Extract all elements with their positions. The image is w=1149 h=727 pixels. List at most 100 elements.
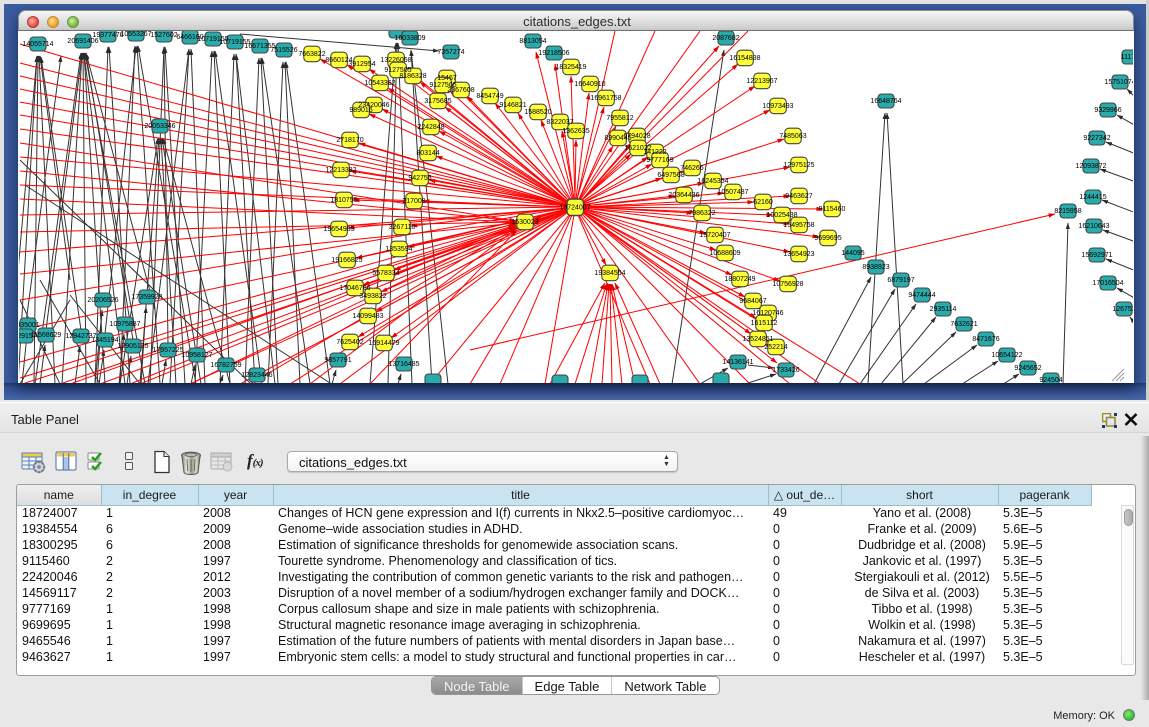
svg-text:18807249: 18807249	[724, 276, 755, 283]
svg-text:8186328: 8186328	[399, 73, 426, 80]
svg-text:10507487: 10507487	[717, 189, 748, 196]
svg-text:1530023: 1530023	[511, 219, 538, 226]
svg-text:9463627: 9463627	[785, 193, 812, 200]
svg-text:6497568: 6497568	[657, 172, 684, 179]
svg-text:15720407: 15720407	[699, 232, 730, 239]
svg-text:13654923: 13654923	[783, 251, 814, 258]
svg-text:7986322: 7986322	[688, 210, 715, 217]
svg-text:3267110: 3267110	[389, 224, 416, 231]
svg-text:3493822: 3493822	[359, 293, 386, 300]
svg-text:7357274: 7357274	[437, 49, 464, 56]
svg-text:16120746: 16120746	[752, 310, 783, 317]
svg-text:2367608: 2367608	[447, 87, 474, 94]
svg-text:8454749: 8454749	[476, 93, 503, 100]
svg-text:7632621: 7632621	[950, 321, 977, 328]
svg-text:1733426: 1733426	[772, 367, 799, 374]
svg-text:989016: 989016	[349, 107, 372, 114]
svg-text:12823446: 12823446	[241, 372, 272, 379]
svg-text:17016504: 17016504	[1092, 280, 1123, 287]
svg-text:6879197: 6879197	[887, 277, 914, 284]
svg-text:8471676: 8471676	[972, 336, 999, 343]
svg-text:16033809: 16033809	[394, 35, 425, 42]
svg-text:20691406: 20691406	[67, 38, 98, 45]
svg-text:18724007: 18724007	[559, 205, 590, 212]
svg-text:10543362: 10543362	[364, 80, 395, 87]
svg-text:8813054: 8813054	[519, 38, 546, 45]
svg-text:217008: 217008	[402, 198, 425, 205]
svg-text:15467: 15467	[437, 75, 457, 82]
svg-text:16961758: 16961758	[590, 95, 621, 102]
svg-text:935001: 935001	[19, 322, 40, 329]
svg-text:19654985: 19654985	[323, 226, 354, 233]
svg-text:7663822: 7663822	[298, 51, 325, 58]
svg-text:2718170: 2718170	[336, 137, 363, 144]
svg-text:7515526: 7515526	[270, 47, 297, 54]
svg-text:141222: 141222	[643, 149, 666, 156]
svg-text:9777169: 9777169	[646, 157, 673, 164]
svg-text:9684067: 9684067	[739, 298, 766, 305]
svg-text:14055714: 14055714	[22, 41, 53, 48]
svg-text:7625402: 7625402	[336, 339, 363, 346]
svg-text:13226058: 13226058	[380, 57, 411, 64]
svg-text:1588520: 1588520	[524, 109, 551, 116]
svg-text:17046766: 17046766	[339, 285, 370, 292]
svg-text:9474444: 9474444	[908, 292, 935, 299]
svg-text:15692971: 15692971	[1081, 252, 1112, 259]
svg-text:20053346: 20053346	[144, 123, 175, 130]
svg-text:3175685: 3175685	[424, 98, 451, 105]
svg-text:1345194: 1345194	[91, 337, 118, 344]
svg-text:10975887: 10975887	[109, 321, 140, 328]
svg-text:1810755: 1810755	[330, 197, 357, 204]
svg-text:3912954: 3912954	[348, 61, 375, 68]
svg-text:11174: 11174	[1121, 54, 1133, 61]
svg-text:14136141: 14136141	[722, 359, 753, 366]
svg-text:19384554: 19384554	[594, 270, 625, 277]
svg-text:2935114: 2935114	[930, 306, 957, 313]
svg-text:10973493: 10973493	[762, 103, 793, 110]
svg-text:144095: 144095	[841, 250, 864, 257]
svg-text:15495758: 15495758	[783, 222, 814, 229]
svg-text:16210643: 16210643	[1078, 223, 1109, 230]
svg-text:746266: 746266	[680, 165, 703, 172]
svg-text:16782759: 16782759	[210, 362, 241, 369]
svg-text:8215958: 8215958	[1054, 208, 1081, 215]
svg-text:9699695: 9699695	[814, 235, 841, 242]
svg-text:1362635: 1362635	[562, 128, 589, 135]
svg-text:16640910: 16640910	[574, 81, 605, 88]
svg-text:9115460: 9115460	[819, 206, 846, 213]
svg-text:12975125: 12975125	[783, 162, 814, 169]
svg-text:7955812: 7955812	[606, 115, 633, 122]
svg-text:13716485: 13716485	[388, 361, 419, 368]
svg-text:19377476: 19377476	[92, 32, 123, 39]
svg-text:15751074: 15751074	[1104, 79, 1133, 86]
svg-text:13524851: 13524851	[742, 336, 773, 343]
svg-text:16245354: 16245354	[697, 178, 728, 185]
svg-text:126753: 126753	[1112, 306, 1133, 313]
svg-text:10688609: 10688609	[709, 250, 740, 257]
svg-text:10553267: 10553267	[120, 31, 151, 38]
svg-text:9245652: 9245652	[1014, 365, 1041, 372]
svg-text:803144: 803144	[416, 150, 439, 157]
svg-text:9146821: 9146821	[499, 102, 526, 109]
svg-text:8938923: 8938923	[862, 264, 889, 271]
svg-text:16648764: 16648764	[870, 98, 901, 105]
svg-text:18325419: 18325419	[555, 64, 586, 71]
svg-text:252214: 252214	[764, 344, 787, 351]
svg-text:19218506: 19218506	[538, 50, 569, 57]
svg-text:2087682: 2087682	[712, 35, 739, 42]
svg-text:9227342: 9227342	[1083, 135, 1110, 142]
svg-text:1244415: 1244415	[1079, 194, 1106, 201]
svg-text:12093872: 12093872	[1075, 163, 1106, 170]
svg-text:12905135: 12905135	[117, 343, 148, 350]
svg-text:942755: 942755	[408, 175, 431, 182]
svg-text:17359928: 17359928	[131, 294, 162, 301]
svg-text:1527602: 1527602	[150, 32, 177, 39]
svg-text:11568629: 11568629	[31, 332, 62, 339]
svg-text:9329966: 9329966	[1094, 107, 1121, 114]
svg-text:5578334: 5578334	[372, 270, 399, 277]
svg-text:6794028: 6794028	[623, 133, 650, 140]
svg-text:9857791: 9857791	[324, 357, 351, 364]
svg-text:7485063: 7485063	[779, 133, 806, 140]
svg-text:20206526: 20206526	[87, 297, 118, 304]
svg-text:2242848: 2242848	[417, 124, 444, 131]
